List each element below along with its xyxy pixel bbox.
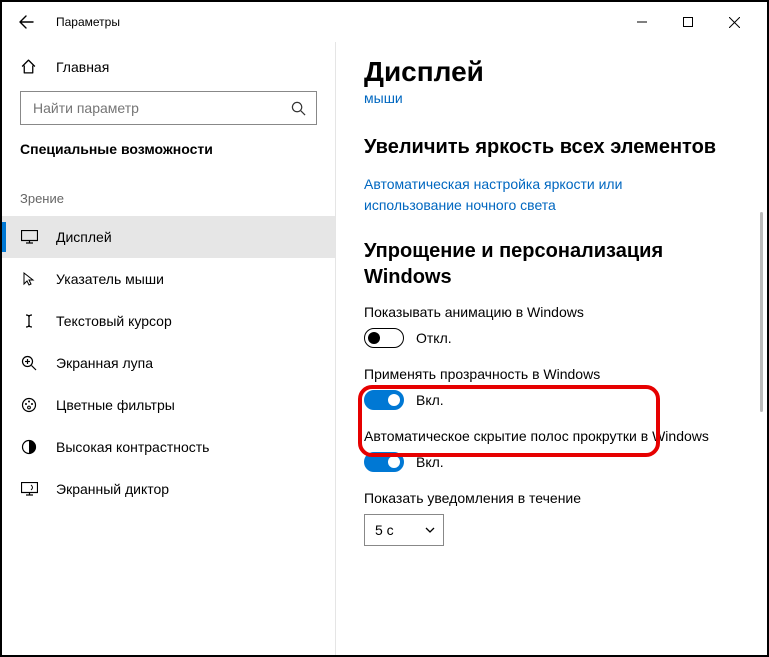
arrow-left-icon xyxy=(18,14,34,30)
transparency-toggle[interactable] xyxy=(364,390,404,410)
mouse-pointer-icon xyxy=(20,271,38,287)
home-icon xyxy=(20,58,38,75)
dropdown-value: 5 с xyxy=(375,522,394,538)
sidebar-item-label: Дисплей xyxy=(56,229,112,245)
animation-state: Откл. xyxy=(416,330,452,346)
sidebar-item-magnifier[interactable]: Экранная лупа xyxy=(2,342,335,384)
sidebar-item-label: Указатель мыши xyxy=(56,271,164,287)
transparency-label: Применять прозрачность в Windows xyxy=(364,366,743,382)
close-button[interactable] xyxy=(711,7,757,37)
settings-category: Специальные возможности xyxy=(2,141,335,179)
notification-duration-dropdown[interactable]: 5 с xyxy=(364,514,444,546)
brightness-settings-link[interactable]: Автоматическая настройка яркости или исп… xyxy=(364,174,724,216)
section-brightness: Увеличить яркость всех элементов xyxy=(364,134,743,160)
titlebar: Параметры xyxy=(2,2,767,42)
partial-link[interactable]: мыши xyxy=(364,90,743,106)
animation-toggle[interactable] xyxy=(364,328,404,348)
sidebar-item-label: Цветные фильтры xyxy=(56,397,175,413)
sidebar-item-display[interactable]: Дисплей xyxy=(2,216,335,258)
scrollbar[interactable] xyxy=(760,212,763,472)
minimize-icon xyxy=(637,17,647,27)
search-icon xyxy=(291,101,306,116)
sidebar-item-narrator[interactable]: Экранный диктор xyxy=(2,468,335,510)
window-controls xyxy=(619,7,757,37)
search-box[interactable] xyxy=(20,91,317,125)
scrollbar-hide-toggle[interactable] xyxy=(364,452,404,472)
main-panel: Дисплей мыши Увеличить яркость всех элем… xyxy=(336,42,767,655)
back-button[interactable] xyxy=(12,8,40,36)
home-label: Главная xyxy=(56,59,109,75)
home-nav[interactable]: Главная xyxy=(2,46,335,85)
sidebar-item-label: Экранная лупа xyxy=(56,355,153,371)
sidebar-item-mouse-pointer[interactable]: Указатель мыши xyxy=(2,258,335,300)
section-simplify: Упрощение и персонализация Windows xyxy=(364,238,743,290)
settings-window: Параметры Главная xyxy=(0,0,769,657)
chevron-down-icon xyxy=(425,527,435,533)
sidebar-item-label: Высокая контрастность xyxy=(56,439,209,455)
nav-group-vision: Зрение xyxy=(2,179,335,216)
magnifier-icon xyxy=(20,355,38,371)
maximize-icon xyxy=(683,17,693,27)
search-input[interactable] xyxy=(31,99,291,117)
color-filters-icon xyxy=(20,397,38,413)
sidebar: Главная Специальные возможности Зрение Д… xyxy=(2,42,336,655)
window-title: Параметры xyxy=(56,15,120,29)
transparency-state: Вкл. xyxy=(416,392,444,408)
sidebar-item-text-cursor[interactable]: Текстовый курсор xyxy=(2,300,335,342)
page-title: Дисплей xyxy=(364,56,743,88)
sidebar-item-color-filters[interactable]: Цветные фильтры xyxy=(2,384,335,426)
scrollbar-hide-label: Автоматическое скрытие полос прокрутки в… xyxy=(364,428,743,444)
sidebar-item-label: Экранный диктор xyxy=(56,481,169,497)
display-icon xyxy=(20,230,38,244)
text-cursor-icon xyxy=(20,313,38,329)
scrollbar-hide-state: Вкл. xyxy=(416,454,444,470)
animation-label: Показывать анимацию в Windows xyxy=(364,304,743,320)
maximize-button[interactable] xyxy=(665,7,711,37)
high-contrast-icon xyxy=(20,439,38,455)
sidebar-item-label: Текстовый курсор xyxy=(56,313,172,329)
sidebar-item-high-contrast[interactable]: Высокая контрастность xyxy=(2,426,335,468)
scrollbar-thumb[interactable] xyxy=(760,212,763,412)
close-icon xyxy=(729,17,740,28)
notification-duration-label: Показать уведомления в течение xyxy=(364,490,743,506)
narrator-icon xyxy=(20,482,38,496)
minimize-button[interactable] xyxy=(619,7,665,37)
